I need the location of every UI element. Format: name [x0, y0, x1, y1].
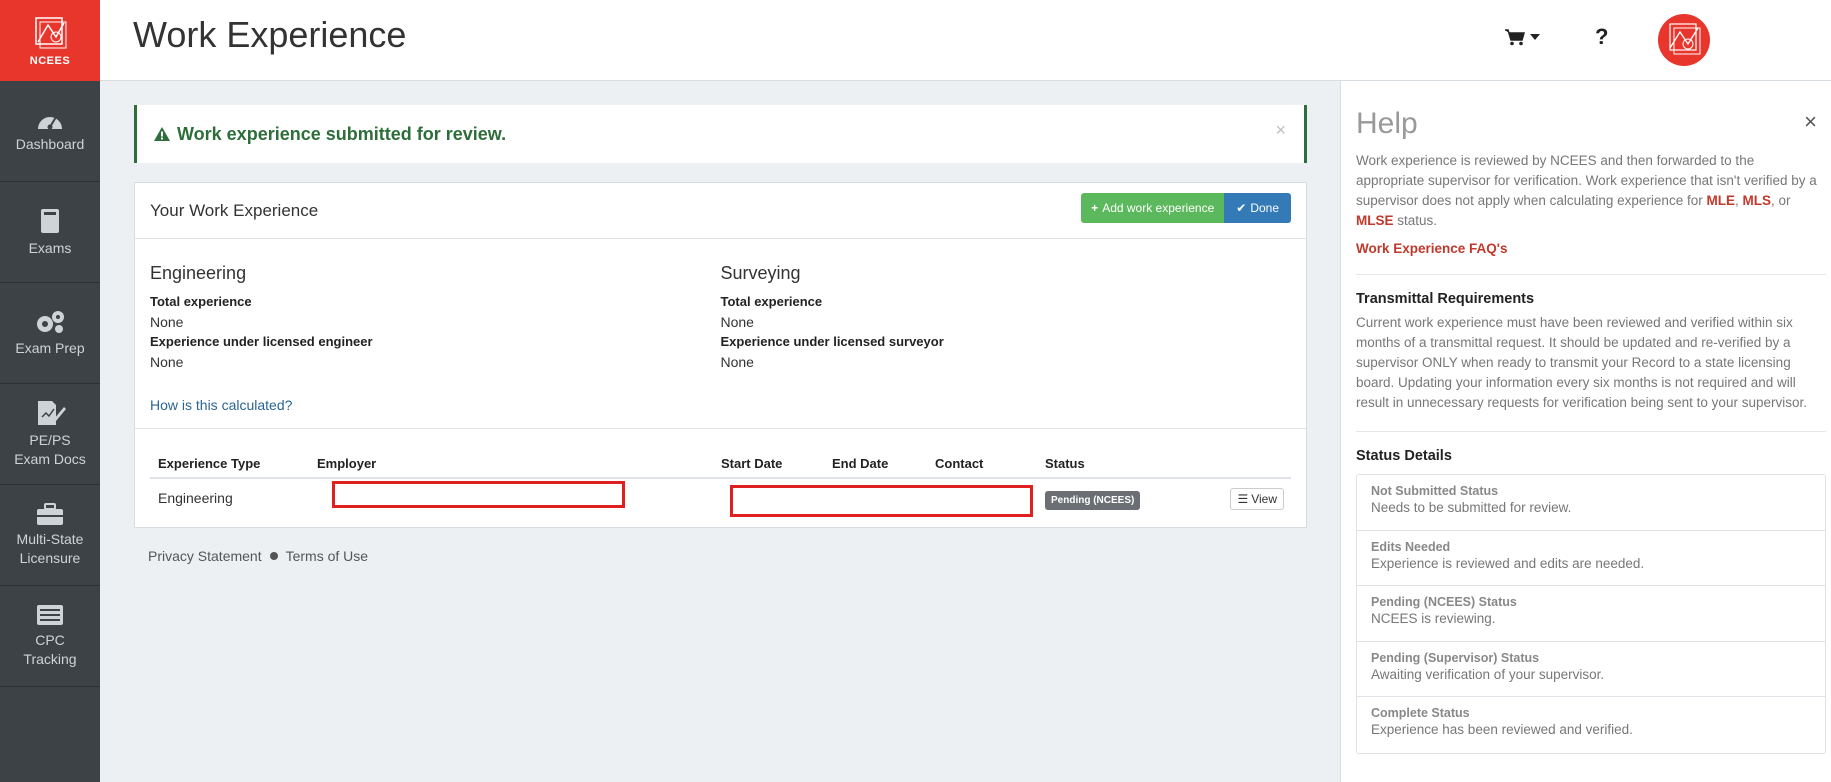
cell-experience-type: Engineering	[158, 490, 233, 506]
help-close-button[interactable]: ×	[1804, 109, 1817, 135]
ncees-logo-icon	[35, 16, 67, 48]
cart-button[interactable]	[1504, 28, 1541, 46]
alert-close-button[interactable]: ×	[1275, 120, 1286, 141]
logo-text: NCEES	[29, 54, 71, 67]
divider	[1356, 274, 1826, 275]
sidebar-item-cpc-tracking[interactable]: CPC Tracking	[0, 586, 100, 687]
experience-table: Experience Type Employer Start Date End …	[135, 429, 1306, 527]
eng-licensed-value: None	[150, 354, 184, 370]
sidebar-item-label-1: Multi-State	[16, 531, 84, 547]
redacted-dates-contact	[730, 485, 1033, 517]
help-panel: × Help Work experience is reviewed by NC…	[1340, 81, 1831, 782]
table-row: Engineering Pending (NCEES) ☰ View	[150, 479, 1291, 517]
eng-licensed-label: Experience under licensed engineer	[150, 334, 373, 349]
shopping-cart-icon	[1505, 29, 1525, 46]
warning-icon	[154, 127, 170, 141]
col-experience-type: Experience Type	[158, 455, 261, 471]
eng-total-label: Total experience	[150, 294, 252, 309]
privacy-statement-link[interactable]: Privacy Statement	[148, 548, 262, 564]
separator-dot	[269, 552, 278, 560]
table-header: Experience Type Employer Start Date End …	[150, 449, 1291, 479]
sidebar-item-exam-docs[interactable]: PE/PS Exam Docs	[0, 384, 100, 485]
help-title: Help	[1356, 107, 1418, 140]
sidebar-item-label-1: CPC	[35, 632, 65, 648]
dashboard-gauge-icon	[38, 115, 62, 129]
list-item: Edits Needed Experience is reviewed and …	[1357, 531, 1825, 586]
top-header: Work Experience ?	[100, 0, 1831, 81]
done-button[interactable]: ✔ Done	[1224, 193, 1291, 223]
help-button[interactable]: ?	[1595, 24, 1608, 50]
book-icon	[41, 208, 59, 233]
page-title: Work Experience	[133, 14, 407, 55]
plus-icon: +	[1091, 201, 1099, 215]
list-icon: ☰	[1237, 492, 1249, 506]
terms-of-use-link[interactable]: Terms of Use	[286, 548, 368, 564]
col-employer: Employer	[317, 455, 377, 471]
view-button[interactable]: ☰ View	[1230, 488, 1284, 510]
alert-message: Work experience submitted for review.	[177, 123, 507, 144]
sidebar-item-exams[interactable]: Exams	[0, 182, 100, 283]
work-experience-panel: Your Work Experience + Add work experien…	[134, 182, 1307, 528]
list-item: Pending (NCEES) Status NCEES is reviewin…	[1357, 586, 1825, 642]
surv-total-value: None	[720, 314, 754, 330]
col-start-date: Start Date	[721, 455, 783, 471]
sidebar: NCEES Dashboard Exams Exam Prep PE/PS Ex…	[0, 0, 100, 782]
col-contact: Contact	[935, 455, 984, 471]
document-pencil-icon	[38, 401, 66, 425]
status-details-heading: Status Details	[1356, 448, 1452, 464]
surv-licensed-label: Experience under licensed surveyor	[720, 334, 944, 349]
sidebar-item-label: Exams	[28, 239, 72, 256]
panel-title: Your Work Experience	[150, 200, 319, 220]
list-item: Pending (Supervisor) Status Awaiting ver…	[1357, 642, 1825, 697]
surv-total-label: Total experience	[720, 294, 823, 309]
sidebar-item-label: Exam Prep	[15, 339, 85, 356]
transmittal-text: Current work experience must have been r…	[1356, 315, 1807, 410]
col-end-date: End Date	[832, 455, 889, 471]
avatar[interactable]	[1658, 14, 1710, 66]
surveying-heading: Surveying	[720, 263, 801, 283]
list-item: Complete Status Experience has been revi…	[1371, 706, 1633, 737]
success-alert: Work experience submitted for review. ×	[134, 105, 1307, 163]
how-calculated-link[interactable]: How is this calculated?	[150, 397, 292, 413]
list-item: Not Submitted Status Needs to be submitt…	[1357, 475, 1825, 531]
sidebar-item-label-2: Tracking	[23, 651, 77, 667]
sidebar-item-multi-state[interactable]: Multi-State Licensure	[0, 485, 100, 586]
briefcase-icon	[37, 503, 63, 525]
redacted-employer	[332, 481, 625, 508]
divider	[1356, 431, 1826, 432]
status-badge: Pending (NCEES)	[1045, 491, 1141, 510]
engineering-summary: Engineering Total experience None Experi…	[150, 263, 721, 413]
experience-summary: Engineering Total experience None Experi…	[135, 239, 1306, 429]
sidebar-item-label: Dashboard	[15, 135, 85, 152]
sidebar-item-label-2: Licensure	[19, 550, 81, 566]
sidebar-item-label-1: PE/PS	[29, 432, 71, 448]
main-content: Work experience submitted for review. × …	[134, 105, 1307, 564]
gears-icon	[37, 310, 64, 333]
surveying-summary: Surveying Total experience None Experien…	[721, 263, 1292, 413]
engineering-heading: Engineering	[150, 263, 247, 283]
footer: Privacy Statement Terms of Use	[134, 548, 1307, 564]
status-list: Not Submitted Status Needs to be submitt…	[1356, 474, 1826, 754]
surv-licensed-value: None	[720, 354, 754, 370]
faq-link[interactable]: Work Experience FAQ's	[1356, 241, 1825, 256]
ncees-logo[interactable]: NCEES	[0, 0, 100, 81]
avatar-logo-icon	[1669, 23, 1701, 55]
sidebar-item-label-2: Exam Docs	[14, 451, 86, 467]
caret-down-icon	[1530, 34, 1540, 40]
sidebar-item-dashboard[interactable]: Dashboard	[0, 81, 100, 182]
transmittal-heading: Transmittal Requirements	[1356, 291, 1535, 307]
col-status: Status	[1045, 455, 1085, 471]
panel-actions: + Add work experience ✔ Done	[1081, 193, 1291, 223]
list-icon	[37, 605, 63, 625]
help-intro: Work experience is reviewed by NCEES and…	[1356, 153, 1817, 228]
eng-total-value: None	[150, 314, 184, 330]
check-icon: ✔	[1236, 201, 1247, 215]
add-work-experience-button[interactable]: + Add work experience	[1081, 193, 1225, 223]
sidebar-item-exam-prep[interactable]: Exam Prep	[0, 283, 100, 384]
